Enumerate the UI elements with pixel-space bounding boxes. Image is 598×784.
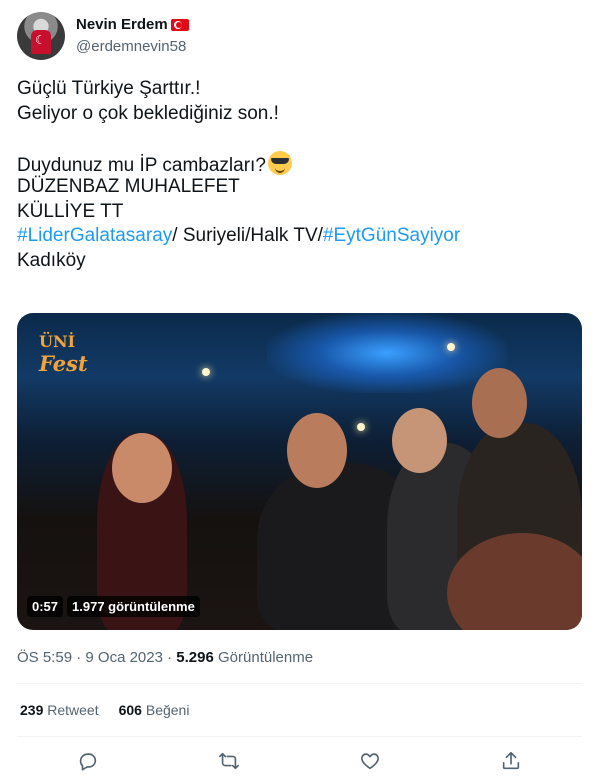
hashtag-eyt-gun-sayiyor[interactable]: #EytGünSayiyor [323, 225, 460, 246]
engagement-stats: 239 Retweet 606 Beğeni [20, 702, 189, 718]
tweet-line-1: Güçlü Türkiye Şarttır.! [17, 78, 201, 99]
retweets-stat[interactable]: 239 Retweet [20, 702, 99, 718]
video-views: 1.977 görüntülenme [67, 596, 200, 617]
tweet-line-2: Geliyor o çok beklediğiniz son.! [17, 102, 279, 124]
divider [17, 683, 582, 684]
author-name-line: Nevin Erdem [76, 16, 189, 33]
video-duration: 0:57 [27, 596, 64, 617]
tweet-line-4: DÜZENBAZ MUHALEFET [17, 176, 240, 197]
video-info-overlay: 0:57 1.977 görüntülenme [27, 596, 200, 617]
turkey-flag-icon [170, 18, 189, 31]
views-label: Görüntülenme [218, 649, 314, 666]
tweet-date[interactable]: 9 Oca 2023 [85, 649, 163, 666]
unifest-logo: ÜNİ Fest [39, 332, 88, 376]
share-icon [503, 751, 520, 770]
crowd-person-head [472, 368, 527, 438]
views-count: 5.296 [176, 649, 214, 666]
like-button[interactable] [353, 744, 387, 778]
tweet-actions [17, 744, 582, 778]
author-handle[interactable]: @erdemnevin58 [76, 38, 186, 55]
divider [17, 736, 582, 737]
tweet-meta: ÖS 5:59 · 9 Oca 2023 · 5.296 Görüntülenm… [17, 649, 314, 666]
tweet-time[interactable]: ÖS 5:59 [17, 649, 72, 666]
video-player[interactable]: ÜNİ Fest 0:57 1.977 görüntülenme [17, 313, 582, 630]
author-display-name[interactable]: Nevin Erdem [76, 16, 168, 33]
tweet-header: Nevin Erdem @erdemnevin58 [17, 12, 582, 60]
tweet-text: Güçlü Türkiye Şarttır.! Geliyor o çok be… [17, 77, 582, 273]
reply-icon [79, 753, 96, 771]
likes-stat[interactable]: 606 Beğeni [119, 702, 190, 718]
tweet-line-7: Kadıköy [17, 249, 86, 271]
smiling-face-with-sunglasses-icon [267, 150, 292, 175]
avatar[interactable] [17, 12, 65, 60]
like-icon [361, 753, 380, 770]
stage-light [267, 313, 507, 393]
crowd-person-head [287, 413, 347, 488]
phone-light [357, 423, 365, 431]
share-button[interactable] [494, 744, 528, 778]
tweet-line-3: Duydunuz mu İP cambazları? [17, 150, 582, 176]
crowd-person-head [112, 433, 172, 503]
tweet-line-6: #LiderGalatasaray/ Suriyeli/Halk TV/#Eyt… [17, 225, 461, 246]
phone-light [202, 368, 210, 376]
retweet-button[interactable] [212, 744, 246, 778]
hashtag-lider-galatasaray[interactable]: #LiderGalatasaray [17, 225, 172, 246]
phone-light [447, 343, 455, 351]
tweet-line-5: KÜLLİYE TT [17, 200, 124, 222]
crowd-person-head [392, 408, 447, 473]
retweet-icon [218, 752, 239, 770]
reply-button[interactable] [71, 744, 105, 778]
